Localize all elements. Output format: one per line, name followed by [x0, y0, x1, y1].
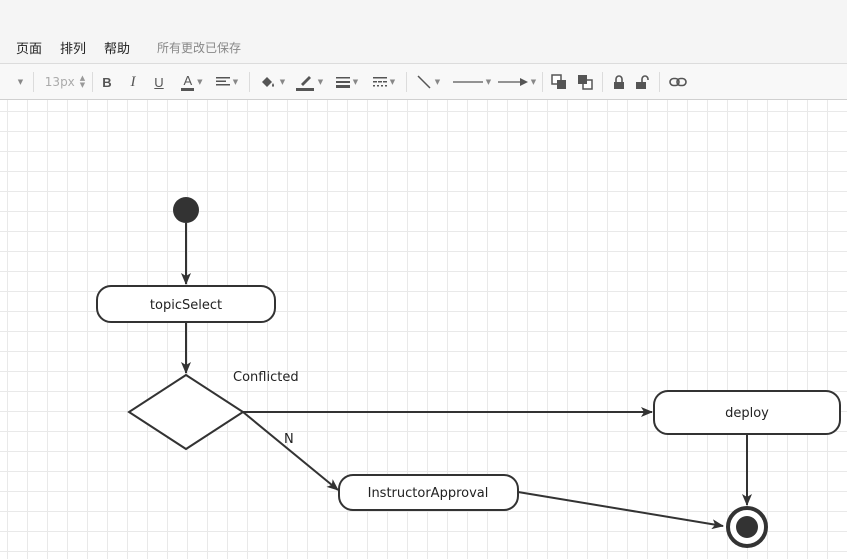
font-size-value: 13px	[44, 75, 75, 89]
text-align-icon	[215, 77, 230, 86]
chevron-down-icon[interactable]: ▼	[12, 72, 26, 92]
decision-node[interactable]	[127, 373, 245, 451]
toolbar-separator	[92, 72, 93, 92]
line-color-icon	[295, 76, 314, 91]
activity-diagram: Conflicted N topicSelect deploy Instruct…	[96, 197, 841, 548]
node-label-deploy: deploy	[725, 406, 769, 421]
menu-bar: 页面 排列 帮助 所有更改已保存	[0, 34, 241, 60]
node-label-topicselect: topicSelect	[150, 298, 222, 313]
line-width-button[interactable]: ▼	[333, 72, 361, 92]
edge-label-conflicted: Conflicted	[233, 370, 299, 385]
bring-to-front-button[interactable]	[550, 72, 568, 92]
arrow-style-icon	[497, 78, 528, 86]
edge-label-n: N	[284, 432, 294, 447]
toolbar-separator	[33, 72, 34, 92]
italic-button[interactable]: I	[125, 72, 141, 92]
action-node-topicselect[interactable]: topicSelect	[96, 285, 276, 323]
menu-item-page[interactable]: 页面	[0, 38, 51, 57]
toolbar-separator	[602, 72, 603, 92]
link-icon	[669, 77, 687, 87]
fill-color-button[interactable]: ▼	[256, 72, 288, 92]
toolbar-separator	[542, 72, 543, 92]
lock-button[interactable]	[611, 72, 627, 92]
unlock-icon	[636, 74, 649, 89]
action-node-instructorapproval[interactable]: InstructorApproval	[338, 474, 519, 511]
italic-icon: I	[130, 73, 136, 90]
final-node[interactable]	[726, 506, 768, 548]
toolbar-separator	[249, 72, 250, 92]
bold-icon: B	[102, 74, 112, 90]
diagram-canvas[interactable]: Conflicted N topicSelect deploy Instruct…	[0, 100, 847, 559]
connector-style-icon	[417, 75, 431, 89]
action-node-deploy[interactable]: deploy	[653, 390, 841, 435]
send-to-back-icon	[578, 75, 593, 90]
send-to-back-button[interactable]	[576, 72, 594, 92]
connector-style-button[interactable]: ▼	[414, 72, 442, 92]
toolbar: ▼ 13px ▲ ▼ B I U A ▼ ▼ ▼ ▼ ▼ ▼ ▼ ▼ ▼	[0, 63, 847, 100]
top-bar: 页面 排列 帮助 所有更改已保存	[0, 0, 847, 64]
initial-node[interactable]	[173, 197, 199, 223]
line-type-icon	[452, 81, 483, 83]
line-width-icon	[335, 77, 350, 88]
arrow-style-button[interactable]: ▼	[497, 72, 537, 92]
font-color-icon: A	[181, 73, 195, 91]
line-type-button[interactable]: ▼	[452, 72, 492, 92]
bold-button[interactable]: B	[99, 72, 115, 92]
save-status: 所有更改已保存	[157, 40, 242, 55]
toolbar-separator	[659, 72, 660, 92]
font-size-stepper[interactable]: 13px ▲ ▼	[42, 72, 88, 92]
node-label-instructorapproval: InstructorApproval	[368, 486, 489, 501]
link-button[interactable]	[668, 72, 688, 92]
stepper-arrows-icon: ▲ ▼	[79, 74, 86, 89]
fill-color-icon	[261, 77, 274, 87]
toolbar-separator	[406, 72, 407, 92]
font-color-button[interactable]: A ▼	[175, 72, 209, 92]
line-color-button[interactable]: ▼	[293, 72, 325, 92]
lock-icon	[614, 74, 624, 89]
menu-item-arrange[interactable]: 排列	[51, 38, 95, 57]
edge-decision-to-instructorapproval[interactable]	[242, 411, 339, 491]
underline-icon: U	[154, 74, 164, 90]
unlock-button[interactable]	[635, 72, 651, 92]
edge-instructorapproval-to-end[interactable]	[517, 491, 724, 530]
text-align-button[interactable]: ▼	[213, 72, 241, 92]
line-style-button[interactable]: ▼	[370, 72, 398, 92]
bring-to-front-icon	[551, 74, 566, 89]
menu-item-help[interactable]: 帮助	[95, 38, 139, 57]
underline-button[interactable]: U	[151, 72, 167, 92]
line-style-icon	[372, 77, 387, 87]
